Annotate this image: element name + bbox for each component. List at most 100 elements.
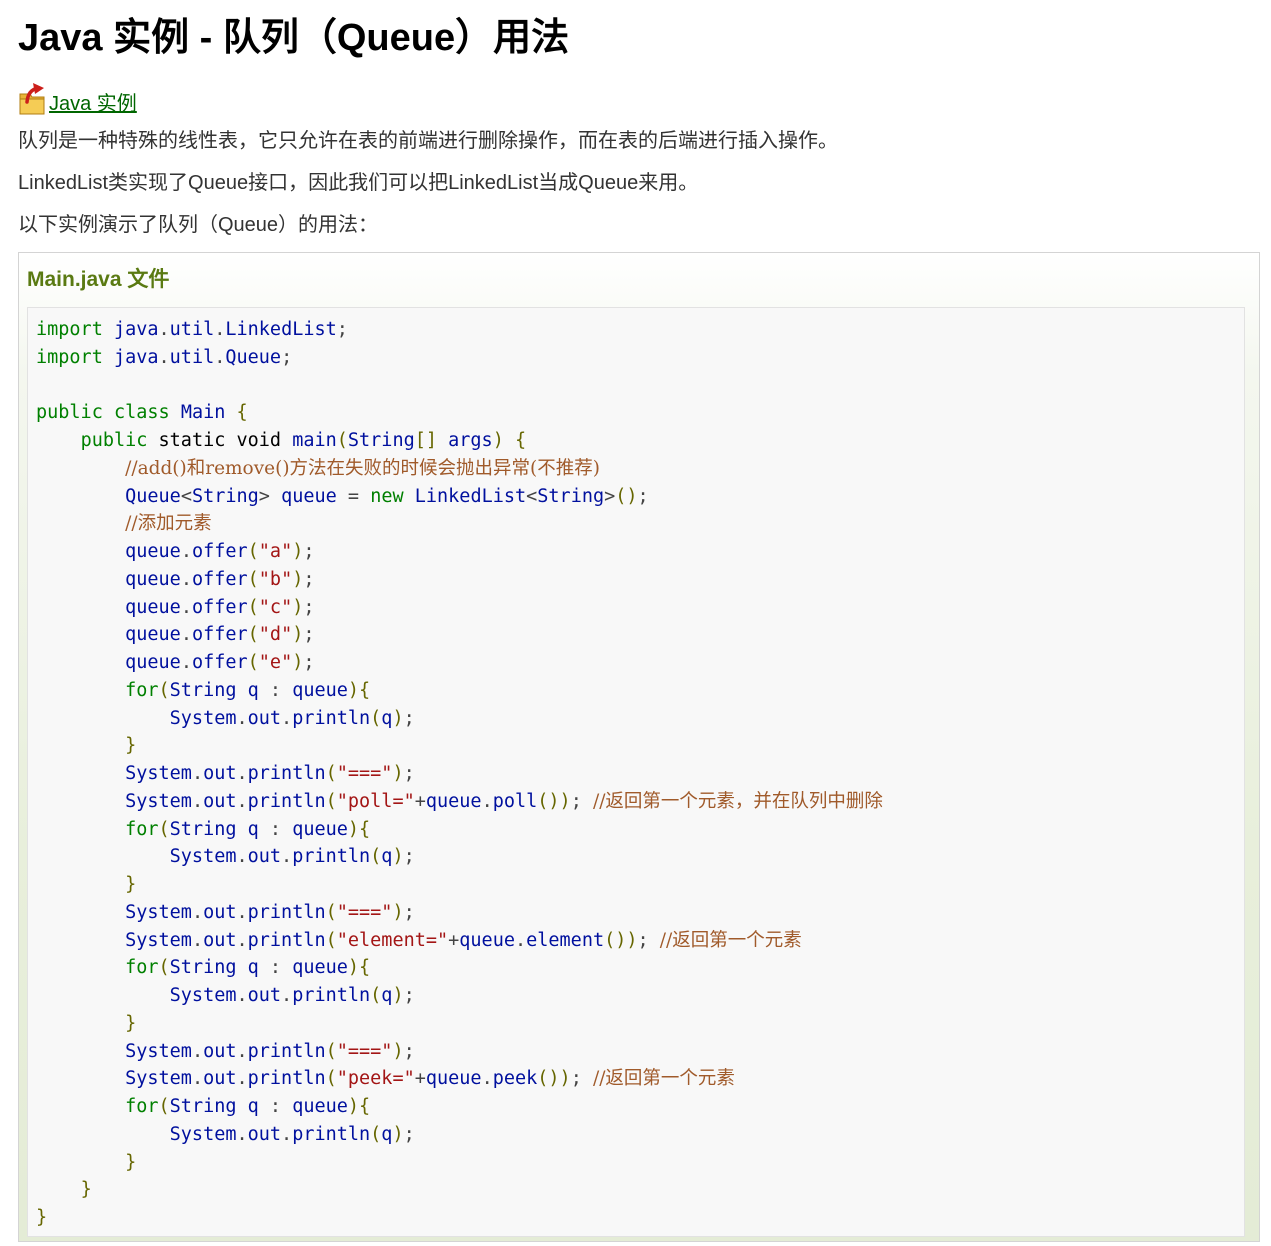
code-token: Queue	[125, 485, 181, 507]
code-token: )	[492, 430, 504, 451]
code-token: //返回第一个元素，并在队列中删除	[592, 790, 883, 812]
code-token: >	[258, 485, 270, 507]
code-token: util	[169, 319, 215, 340]
code-line: queue.offer("b");	[36, 566, 1244, 594]
code-line: System.out.println("===");	[36, 899, 1244, 927]
code-token: .	[180, 652, 192, 673]
code-line: System.out.println(q);	[36, 705, 1244, 733]
code-token: Queue	[225, 346, 282, 368]
code-line: }	[36, 732, 1244, 760]
code-line: //添加元素	[36, 510, 1244, 538]
code-token: +	[414, 1068, 426, 1090]
code-token: println	[247, 790, 326, 812]
code-token: .	[236, 846, 248, 868]
code-line: System.out.println("===");	[36, 1038, 1244, 1066]
code-line: System.out.println(q);	[36, 1121, 1244, 1149]
code-token: for	[125, 957, 159, 979]
code-token: out	[203, 929, 237, 951]
folder-up-icon[interactable]	[18, 82, 48, 116]
code-token: out	[203, 1068, 237, 1090]
intro-paragraph-2: LinkedList类实现了Queue接口，因此我们可以把LinkedList当…	[18, 172, 699, 194]
example-box: Main.java 文件 import java.util.LinkedList…	[18, 252, 1260, 1242]
code-line: public static void main(String[] args) {	[36, 427, 1244, 455]
code-token: .	[236, 901, 248, 923]
code-token: (	[325, 901, 337, 923]
code-token: (	[325, 1040, 337, 1062]
code-line: for(String q : queue){	[36, 954, 1244, 982]
back-to-java-examples-link[interactable]: Java 实例	[49, 92, 137, 116]
code-token: queue	[459, 929, 515, 951]
code-token: (	[325, 790, 337, 812]
code-token: .	[236, 1123, 248, 1145]
code-token: (	[158, 1096, 170, 1117]
code-token: offer	[191, 596, 248, 618]
code-token: .	[236, 790, 248, 812]
code-token: )	[392, 846, 404, 868]
code-token: System	[125, 1068, 192, 1090]
code-token: element	[526, 929, 605, 951]
code-token: out	[247, 707, 282, 729]
code-token: java	[113, 346, 159, 368]
code-token: )	[392, 985, 404, 1006]
code-token: "peek="	[336, 1068, 415, 1090]
code-token: import	[36, 319, 103, 340]
code-line: System.out.println("poll="+queue.poll())…	[36, 788, 1244, 816]
code-token: "==="	[336, 1040, 393, 1062]
code-token: :	[269, 818, 282, 840]
code-token: )	[292, 568, 304, 590]
code-token: )	[292, 541, 304, 562]
code-token: "b"	[258, 568, 293, 590]
code-line: System.out.println("element="+queue.elem…	[36, 927, 1244, 955]
code-token: LinkedList	[414, 485, 527, 507]
code-token: (	[158, 957, 170, 979]
code-token: q	[381, 1123, 393, 1145]
code-token: public	[36, 402, 103, 424]
code-token: ;	[403, 846, 415, 868]
code-token: println	[292, 846, 371, 868]
code-token: poll	[492, 790, 538, 812]
code-token: ){	[347, 957, 371, 979]
code-token: peek	[492, 1068, 538, 1090]
code-token: "e"	[258, 652, 293, 673]
code-token: .	[158, 319, 170, 340]
code-token: ())	[604, 929, 638, 951]
code-token: ;	[403, 985, 415, 1006]
code-token: ;	[403, 1123, 415, 1145]
code-line: }	[36, 871, 1244, 899]
code-token: System	[125, 1040, 192, 1062]
code-token: )	[392, 707, 404, 729]
code-token: q	[247, 818, 259, 840]
code-token: .	[158, 346, 170, 368]
code-line: for(String q : queue){	[36, 1093, 1244, 1121]
code-token: //返回第一个元素	[592, 1068, 735, 1090]
code-token: println	[247, 763, 326, 784]
code-token: (	[370, 1123, 382, 1145]
code-token: q	[381, 985, 393, 1006]
code-token: "element="	[336, 929, 449, 951]
code-token: String	[537, 485, 605, 507]
code-token: <	[180, 485, 192, 507]
code-token: .	[236, 707, 248, 729]
code-block[interactable]: import java.util.LinkedList; import java.…	[27, 307, 1245, 1237]
code-token: .	[191, 1068, 204, 1090]
code-token: ())	[537, 790, 571, 812]
code-token: java	[113, 319, 159, 340]
code-token: out	[247, 1123, 282, 1145]
code-token: new	[370, 485, 404, 507]
code-token: ())	[537, 1068, 571, 1090]
